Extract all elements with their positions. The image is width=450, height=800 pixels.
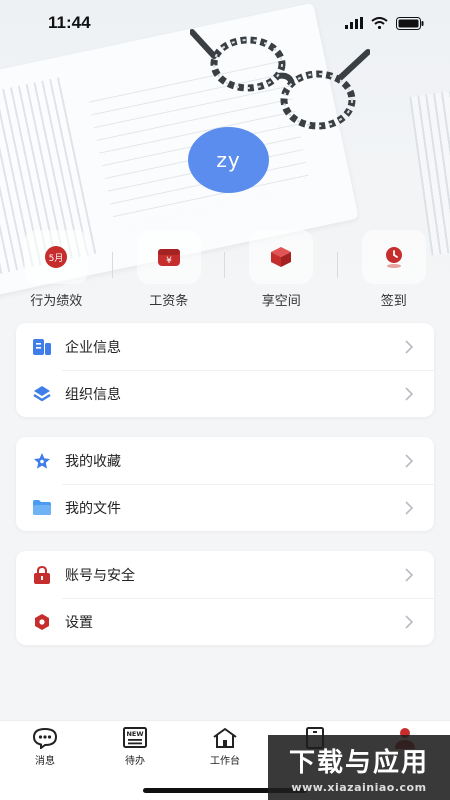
building-doc-icon bbox=[33, 338, 51, 355]
menu-item-label: 账号与安全 bbox=[65, 567, 135, 584]
menu-card-account: 账号与安全 设置 bbox=[16, 551, 434, 645]
menu-item-files[interactable]: 我的文件 bbox=[16, 484, 434, 531]
menu-item-org-info[interactable]: 组织信息 bbox=[16, 370, 434, 417]
quick-action-checkin[interactable]: 签到 bbox=[338, 230, 450, 310]
quick-action-performance[interactable]: 5月 行为绩效 bbox=[0, 230, 113, 310]
svg-text:5月: 5月 bbox=[49, 253, 64, 264]
chevron-right-icon bbox=[405, 453, 414, 468]
lock-icon bbox=[34, 565, 50, 584]
wifi-icon bbox=[371, 17, 388, 29]
chevron-right-icon bbox=[405, 614, 414, 629]
status-bar: 11:44 bbox=[0, 0, 450, 46]
menu-card-personal: 我的收藏 我的文件 bbox=[16, 437, 434, 531]
menu-item-label: 我的文件 bbox=[65, 500, 121, 517]
cellular-signal-icon bbox=[345, 17, 363, 29]
location-clock-icon bbox=[385, 247, 402, 268]
menu-item-settings[interactable]: 设置 bbox=[16, 598, 434, 645]
watermark-title: 下载与应用 bbox=[288, 747, 429, 778]
svg-text:¥: ¥ bbox=[166, 256, 172, 266]
svg-text:NEW: NEW bbox=[126, 730, 143, 738]
layers-icon bbox=[33, 385, 51, 401]
quick-action-label: 行为绩效 bbox=[30, 294, 83, 309]
quick-action-label: 工资条 bbox=[149, 294, 189, 309]
battery-icon bbox=[396, 16, 424, 30]
menu-item-label: 企业信息 bbox=[65, 339, 121, 356]
menu-item-favorites[interactable]: 我的收藏 bbox=[16, 437, 434, 484]
quick-action-space[interactable]: 享空间 bbox=[225, 230, 338, 310]
settings-hex-icon bbox=[35, 613, 49, 630]
menu-item-label: 设置 bbox=[65, 614, 93, 631]
chat-bubble-icon bbox=[32, 727, 58, 749]
calendar-badge-icon: 5月 bbox=[45, 246, 68, 268]
menu-item-label: 组织信息 bbox=[65, 386, 121, 403]
quick-actions: 5月 行为绩效 ¥ 工资条 享空间 签到 bbox=[0, 230, 450, 310]
menu-card-organization: 企业信息 组织信息 bbox=[16, 323, 434, 417]
menu-item-account-security[interactable]: 账号与安全 bbox=[16, 551, 434, 598]
quick-action-label: 签到 bbox=[380, 294, 407, 309]
tab-label: 待办 bbox=[125, 756, 145, 767]
tab-label: 工作台 bbox=[210, 756, 240, 767]
chevron-right-icon bbox=[405, 567, 414, 582]
menu-item-company-info[interactable]: 企业信息 bbox=[16, 323, 434, 370]
home-icon bbox=[213, 728, 237, 748]
quick-action-label: 享空间 bbox=[261, 294, 301, 309]
folder-icon bbox=[33, 500, 51, 515]
chevron-right-icon bbox=[405, 386, 414, 401]
tab-messages[interactable]: 消息 bbox=[0, 721, 90, 800]
chevron-right-icon bbox=[405, 500, 414, 515]
quick-action-payslip[interactable]: ¥ 工资条 bbox=[113, 230, 225, 310]
cube-icon bbox=[271, 247, 292, 267]
tab-label: 消息 bbox=[35, 756, 55, 767]
avatar[interactable]: zy bbox=[188, 127, 269, 193]
wallet-icon: ¥ bbox=[157, 249, 180, 266]
star-icon bbox=[34, 452, 50, 469]
watermark-url: www.xiazainiao.com bbox=[291, 780, 427, 794]
menu-item-label: 我的收藏 bbox=[65, 453, 121, 470]
new-todo-icon: NEW bbox=[123, 727, 147, 748]
status-time: 11:44 bbox=[48, 13, 91, 32]
chevron-right-icon bbox=[405, 339, 414, 354]
watermark: 下载与应用 www.xiazainiao.com bbox=[268, 735, 450, 800]
avatar-text: zy bbox=[216, 148, 241, 172]
